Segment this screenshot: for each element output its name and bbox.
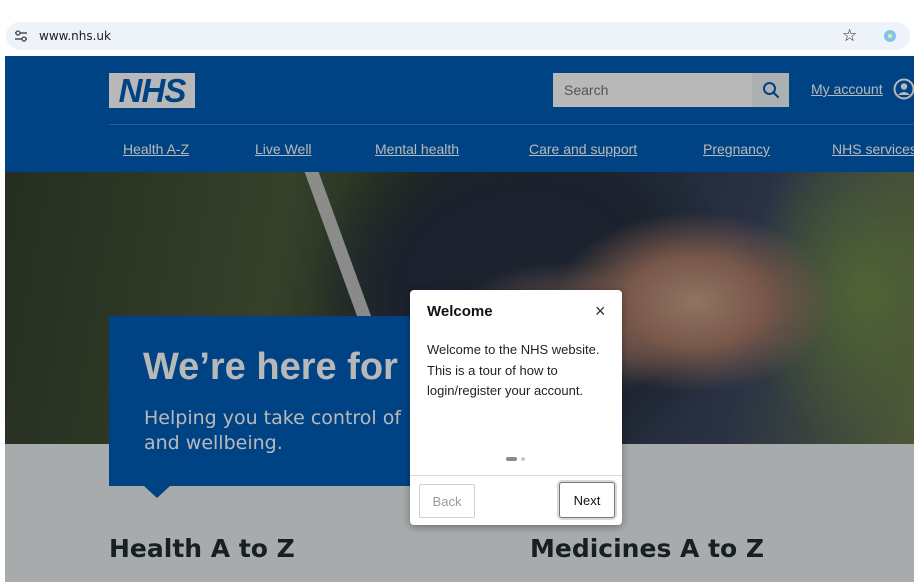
nav-pregnancy[interactable]: Pregnancy [703, 141, 770, 157]
site-settings-icon[interactable] [13, 28, 29, 44]
search-input[interactable] [553, 73, 752, 107]
health-a-to-z-heading[interactable]: Health A to Z [109, 534, 295, 563]
hero-title: We’re here for [143, 346, 398, 388]
dialog-divider [410, 475, 622, 476]
medicines-a-to-z-heading[interactable]: Medicines A to Z [530, 534, 764, 563]
url-text[interactable]: www.nhs.uk [39, 29, 111, 43]
step-indicator [506, 456, 530, 462]
dialog-body: Welcome to the NHS website. This is a to… [427, 342, 600, 398]
star-icon[interactable]: ☆ [842, 25, 857, 47]
browser-window: www.nhs.uk ☆ NHS My account [0, 0, 914, 582]
back-button[interactable]: Back [419, 484, 475, 518]
close-icon[interactable]: × [595, 301, 606, 321]
nav-live-well[interactable]: Live Well [255, 141, 312, 157]
address-bar[interactable]: www.nhs.uk ☆ [6, 22, 910, 50]
search-button[interactable] [752, 73, 789, 107]
extension-icon[interactable] [884, 30, 896, 42]
hero-panel-arrow [144, 486, 170, 498]
step-dot-active [506, 457, 517, 461]
nav-health-a-z[interactable]: Health A-Z [123, 141, 189, 157]
site-header: NHS My account Health A-Z Live Well [5, 56, 914, 172]
user-circle-icon[interactable] [893, 78, 914, 100]
dialog-title: Welcome [427, 303, 493, 320]
nav-divider [109, 124, 914, 125]
nav-nhs-services[interactable]: NHS services [832, 141, 914, 157]
my-account-link[interactable]: My account [811, 81, 883, 97]
nhs-logo[interactable]: NHS [109, 73, 195, 108]
search-icon [762, 82, 779, 99]
search-form [553, 73, 789, 107]
nav-care-and-support[interactable]: Care and support [529, 141, 637, 157]
nav-mental-health[interactable]: Mental health [375, 141, 459, 157]
hero-subtitle: Helping you take control of and wellbein… [144, 407, 402, 454]
next-button[interactable]: Next [559, 482, 615, 518]
hero-panel [109, 316, 419, 486]
tour-dialog: Welcome × Welcome to the NHS website. Th… [410, 290, 622, 525]
step-dot [521, 457, 525, 461]
